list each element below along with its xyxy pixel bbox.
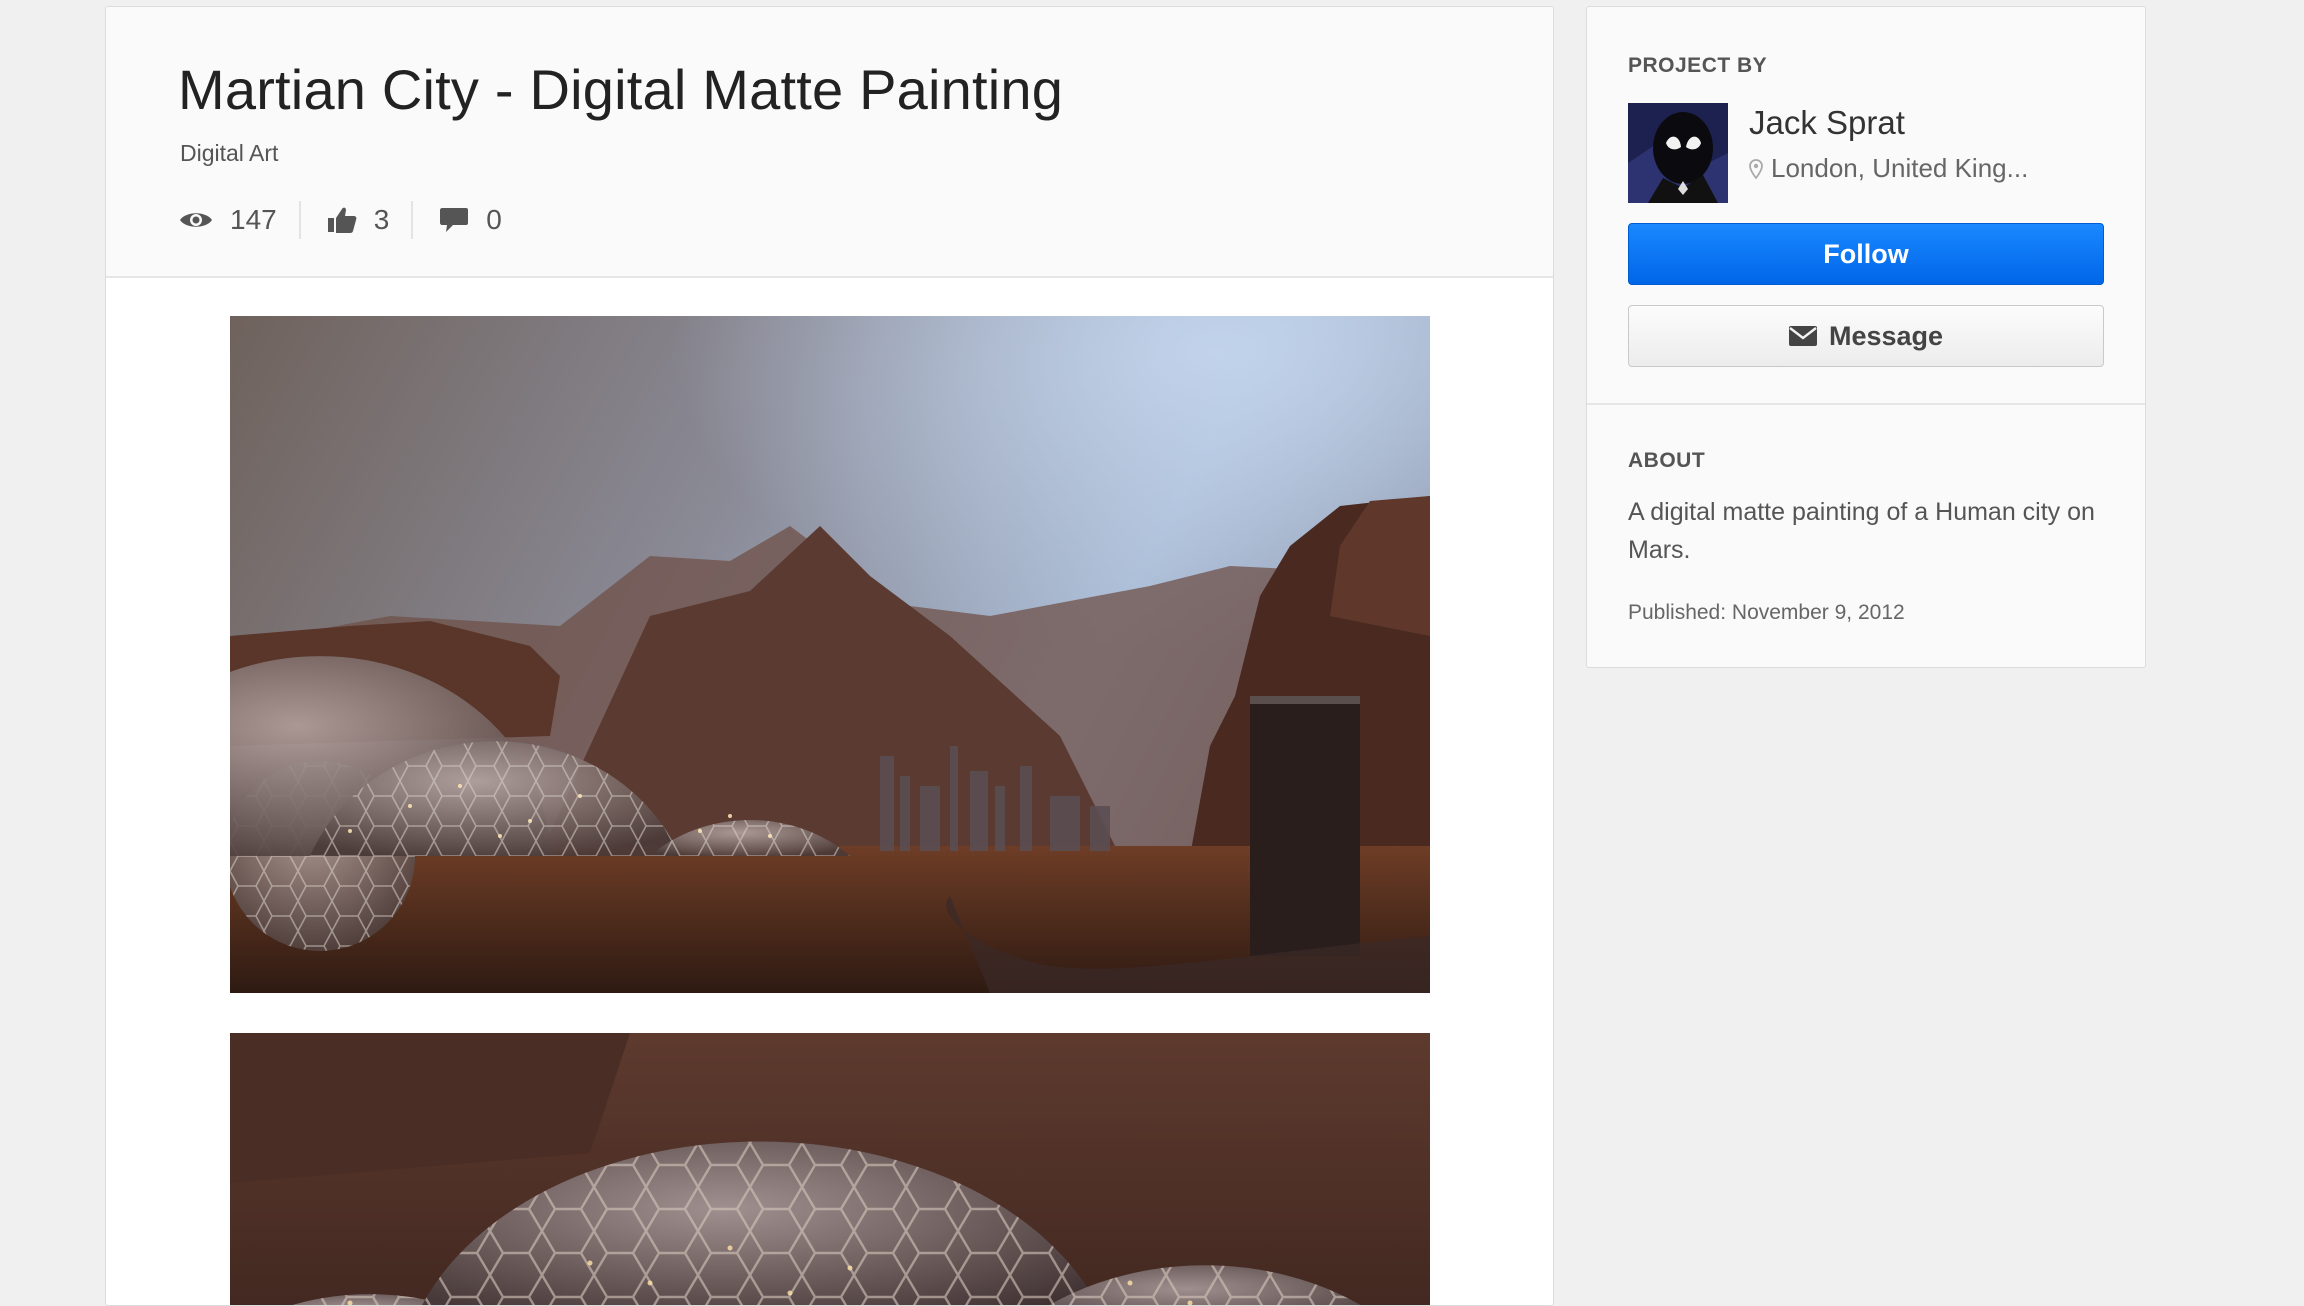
project-header: Martian City - Digital Matte Painting Di… <box>106 7 1553 278</box>
project-stats: 147 3 0 <box>179 197 502 243</box>
owner-name[interactable]: Jack Sprat <box>1749 104 1905 142</box>
project-category[interactable]: Digital Art <box>180 140 278 167</box>
owner-sidebar: PROJECT BY Jack Sprat London, United Kin… <box>1586 6 2146 668</box>
message-button[interactable]: Message <box>1628 305 2104 367</box>
eye-icon <box>179 209 213 231</box>
about-label: ABOUT <box>1628 449 1706 472</box>
published-date: Published: November 9, 2012 <box>1628 601 1905 624</box>
owner-location: London, United King... <box>1749 153 2028 184</box>
project-title: Martian City - Digital Matte Painting <box>178 58 1064 121</box>
about-text: A digital matte painting of a Human city… <box>1628 498 2095 564</box>
appreciations-count: 3 <box>373 204 390 235</box>
project-image-secondary[interactable] <box>230 1033 1430 1305</box>
appreciations-stat[interactable]: 3 <box>327 197 390 243</box>
stat-divider <box>411 201 414 239</box>
follow-button[interactable]: Follow <box>1628 223 2104 285</box>
comments-count: 0 <box>486 204 502 235</box>
project-image-main[interactable] <box>230 316 1430 993</box>
thumbs-up-icon <box>327 206 357 234</box>
owner-location-text: London, United King... <box>1771 153 2029 183</box>
project-card: Martian City - Digital Matte Painting Di… <box>105 6 1554 1306</box>
views-stat: 147 <box>179 197 277 243</box>
stat-divider <box>298 201 301 239</box>
comments-stat[interactable]: 0 <box>439 197 502 243</box>
avatar[interactable] <box>1628 103 1728 203</box>
map-pin-icon <box>1749 158 1763 179</box>
sidebar-divider <box>1587 403 2145 405</box>
message-button-label: Message <box>1828 320 1944 351</box>
project-by-label: PROJECT BY <box>1628 54 1768 77</box>
envelope-icon <box>1788 326 1817 346</box>
views-count: 147 <box>230 204 277 235</box>
speech-bubble-icon <box>439 206 469 234</box>
